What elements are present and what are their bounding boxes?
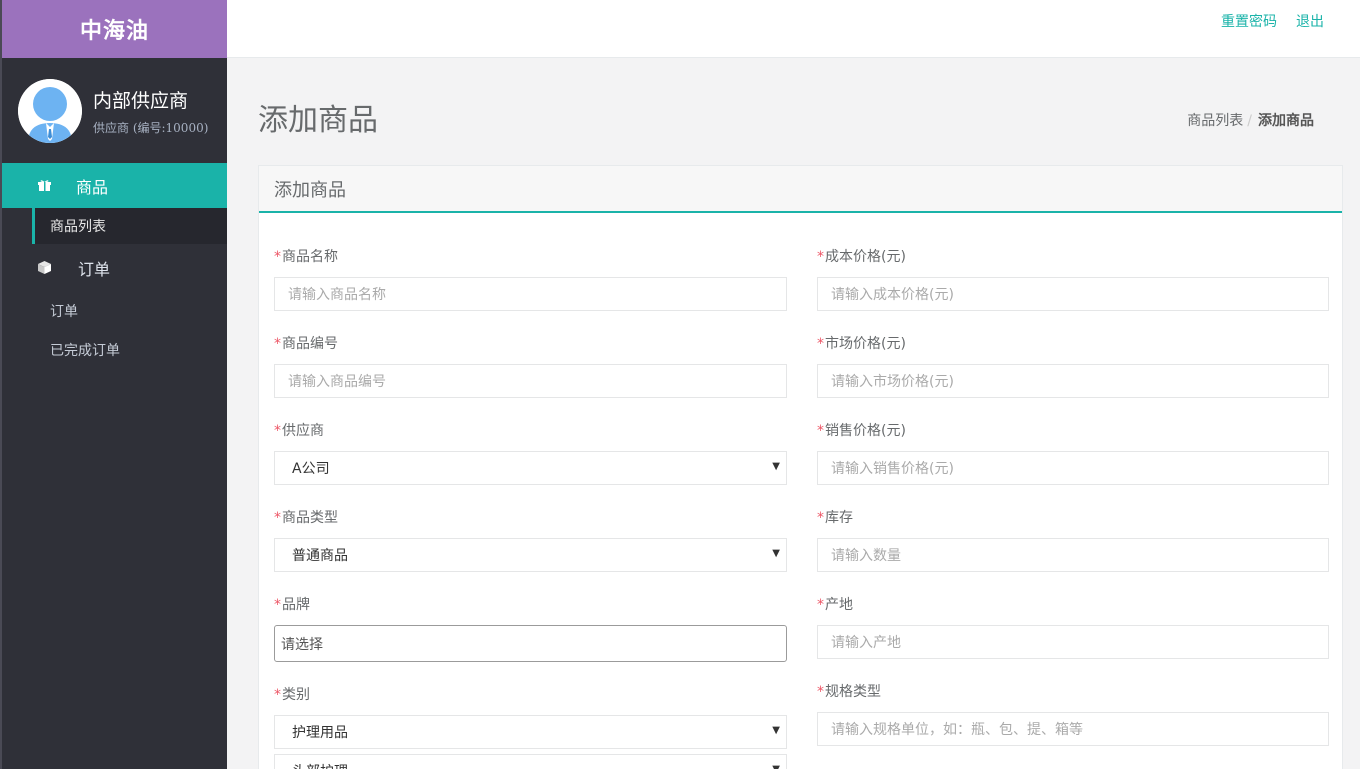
panel-title: 添加商品 [259,166,1342,213]
box-icon [36,260,52,276]
chevron-down-icon: ▼ [772,548,780,559]
sub-category-select[interactable]: 头部护理▼ [274,754,787,769]
market-price-label: *市场价格(元) [817,336,906,352]
sale-price-label: *销售价格(元) [817,423,906,439]
nav-orders-sub-label: 订单 [50,303,78,320]
goods-type-label: *商品类型 [274,510,338,526]
breadcrumb-current: 添加商品 [1258,113,1314,129]
add-goods-panel: 添加商品 *商品名称 请输入商品名称 *商品编号 请输入商品编号 *供应商 A公… [258,165,1343,769]
nav-orders-sub[interactable]: 订单 [2,291,227,330]
brand-picker[interactable]: 请选择 [274,625,787,662]
page-title: 添加商品 [258,103,378,138]
nav-goods-list[interactable]: 商品列表 [32,208,227,244]
chevron-down-icon: ▼ [772,461,780,472]
top-bar: 重置密码 退出 [227,0,1360,58]
nav-orders-label: 订单 [78,259,111,279]
breadcrumb: 商品列表 / 添加商品 [1187,110,1314,130]
user-name: 内部供应商 [93,89,189,112]
reset-password-link[interactable]: 重置密码 [1221,11,1277,31]
breadcrumb-separator: / [1247,113,1252,129]
user-avatar-icon [18,78,82,143]
goods-code-label: *商品编号 [274,336,338,352]
sale-price-input[interactable]: 请输入销售价格(元) [817,451,1329,485]
origin-label: *产地 [817,597,853,613]
chevron-down-icon: ▼ [772,725,780,736]
category-select[interactable]: 护理用品 ▼ [274,715,787,749]
brand-label: *品牌 [274,597,310,613]
goods-name-input[interactable]: 请输入商品名称 [274,277,787,311]
required-mark: * [274,249,281,265]
stock-input[interactable]: 请输入数量 [817,538,1329,572]
user-profile: 内部供应商 供应商 (编号:10000) [2,58,227,163]
spec-type-label: *规格类型 [817,684,881,700]
stock-label: *库存 [817,510,853,526]
nav-completed-orders[interactable]: 已完成订单 [2,330,227,369]
nav-goods-label: 商品 [76,177,109,197]
brand-logo: 中海油 [2,0,227,58]
sidebar: 中海油 内部供应商 供应商 (编号:10000) 商品 商品列表 订单 订单 已… [0,0,227,769]
chevron-down-icon: ▼ [772,764,780,769]
market-price-input[interactable]: 请输入市场价格(元) [817,364,1329,398]
goods-name-label: *商品名称 [274,249,338,265]
cost-price-label: *成本价格(元) [817,249,906,265]
nav-goods-list-label: 商品列表 [50,219,106,235]
goods-type-select[interactable]: 普通商品 ▼ [274,538,787,572]
supplier-label: *供应商 [274,423,324,439]
nav-completed-orders-label: 已完成订单 [50,342,120,359]
gift-icon [36,178,52,194]
logout-link[interactable]: 退出 [1296,11,1324,31]
breadcrumb-goods-list[interactable]: 商品列表 [1187,113,1243,129]
spec-type-input[interactable]: 请输入规格单位，如：瓶、包、提、箱等 [817,712,1329,746]
nav-goods[interactable]: 商品 [2,163,227,208]
avatar [18,78,82,143]
user-role: 供应商 (编号:10000) [93,120,209,135]
nav-orders[interactable]: 订单 [2,244,227,291]
goods-code-input[interactable]: 请输入商品编号 [274,364,787,398]
origin-input[interactable]: 请输入产地 [817,625,1329,659]
cost-price-input[interactable]: 请输入成本价格(元) [817,277,1329,311]
supplier-select[interactable]: A公司 ▼ [274,451,787,485]
category-label: *类别 [274,687,310,703]
